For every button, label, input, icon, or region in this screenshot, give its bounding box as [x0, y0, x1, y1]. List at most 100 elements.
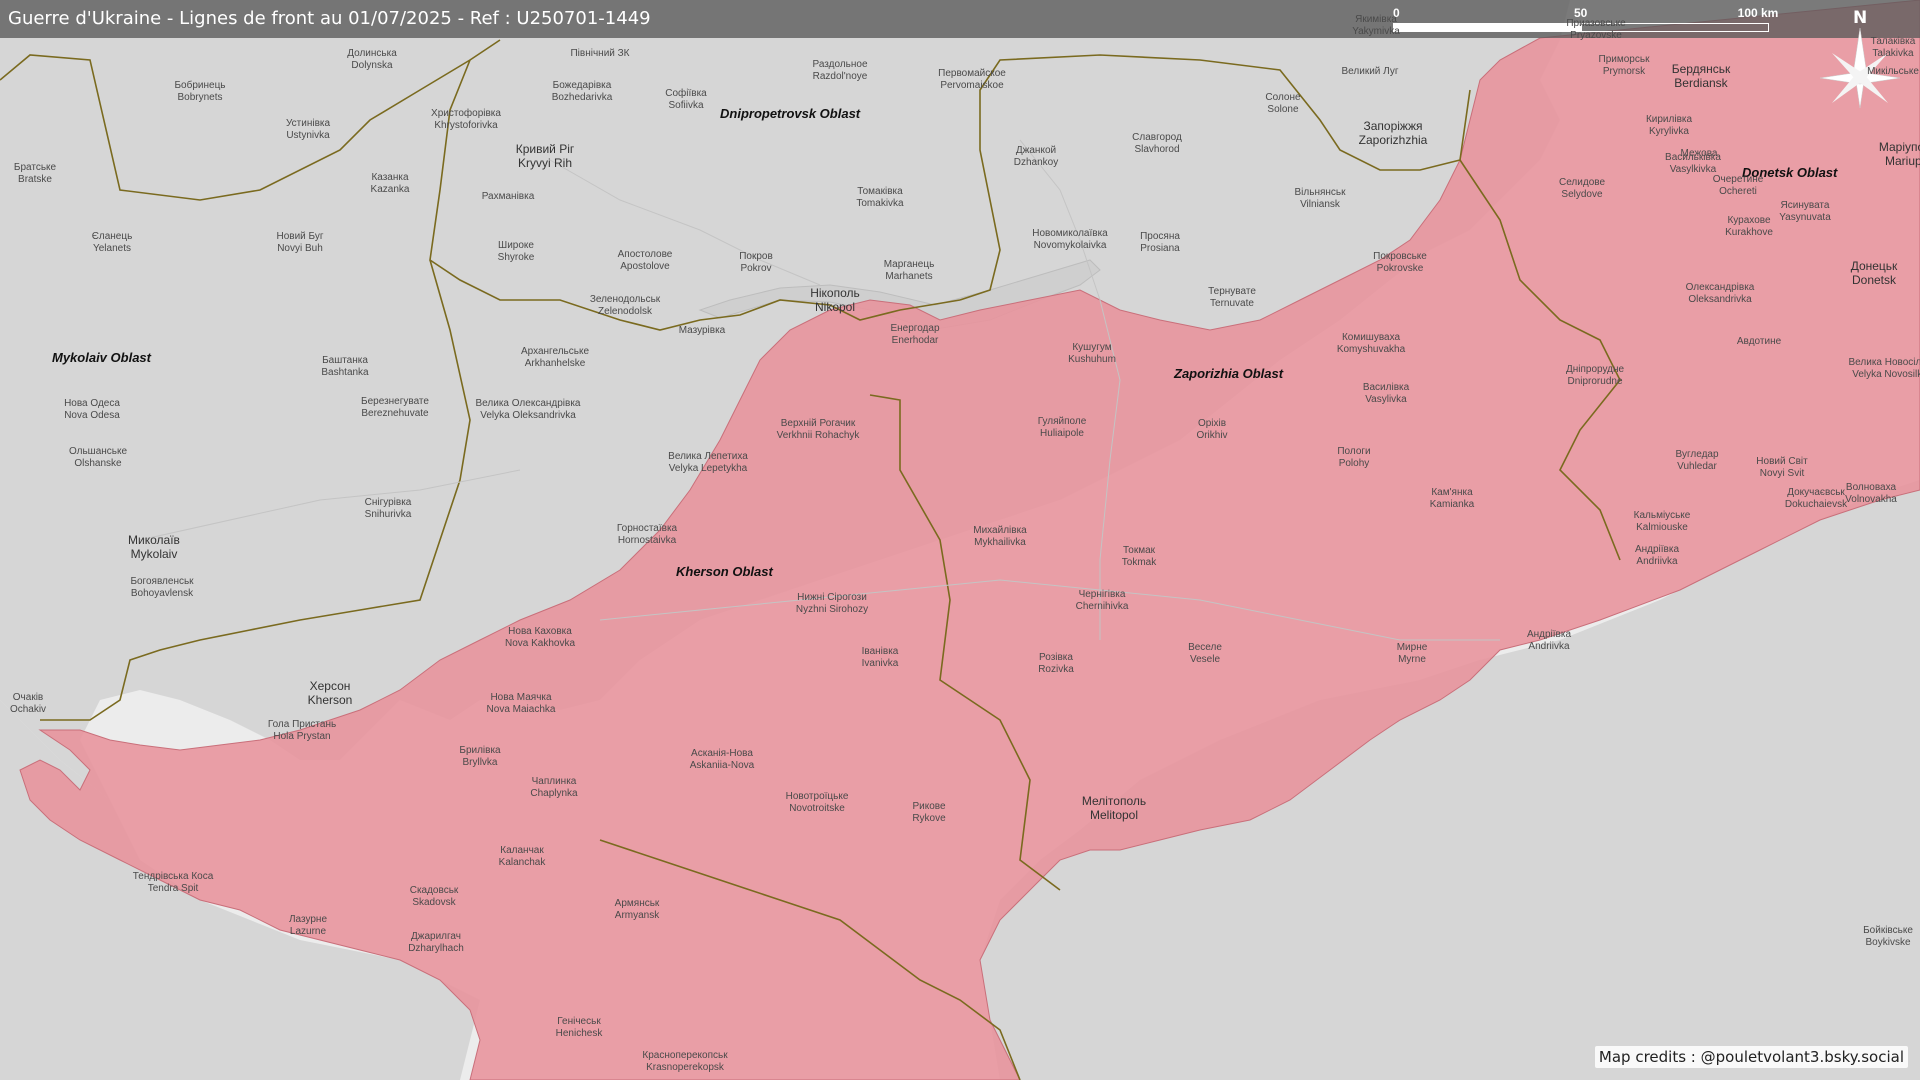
city-label: Рахманівка	[482, 191, 535, 203]
city-name-local: Талаківка	[1870, 36, 1916, 47]
city-label: Покров Pokrov	[739, 251, 773, 275]
city-name-latin: Vuhledar	[1677, 461, 1717, 472]
city-name-latin: Enerhodar	[891, 335, 939, 346]
city-name-latin: Kurakhove	[1725, 227, 1773, 238]
city-name-latin: Askaniia-Nova	[689, 760, 755, 771]
city-name-local: Якимівка	[1355, 14, 1397, 25]
city-name-latin: Melitopol	[1089, 808, 1139, 822]
city-name-local: Миколаїв	[128, 533, 180, 547]
city-name-local: Іванівка	[861, 646, 899, 657]
city-name-local: Верхній Рогачик	[780, 418, 856, 429]
city-label: Новий Світ Novyi Svit	[1756, 456, 1807, 480]
city-name-local: Божедарівка	[552, 80, 612, 91]
city-label: Новомиколаївка Novomykolaivka	[1032, 228, 1107, 252]
city-name-latin: Chernihivka	[1075, 601, 1129, 612]
city-name-latin: Talakivka	[1872, 48, 1914, 59]
city-label: Архангельське Arkhanhelske	[521, 346, 589, 370]
city-label: Верхній Рогачик Verkhnii Rohachyk	[777, 418, 860, 442]
city-name-local: Нікополь	[810, 286, 860, 300]
city-label: Божедарівка Bozhedarivka	[552, 80, 613, 104]
city-name-latin: Yakymivka	[1352, 26, 1400, 37]
city-name-latin: Kalmiouske	[1636, 522, 1688, 533]
city-name-latin: Velyka Oleksandrivka	[480, 410, 576, 421]
city-name-latin: Kyrylivka	[1648, 126, 1689, 137]
city-label: Кам'янка Kamianka	[1430, 487, 1474, 511]
city-name-local: Горностаївка	[616, 523, 678, 534]
city-label: Пологи Polohy	[1337, 446, 1370, 470]
city-label: Андріївка Andriivka	[1635, 544, 1679, 568]
city-name-latin: Nova Odesa	[64, 410, 120, 421]
city-label: Іванівка Ivanivka	[862, 646, 899, 670]
city-name-latin: Novotroitske	[789, 803, 845, 814]
city-name-local: Бойківське	[1863, 925, 1913, 936]
city-label: Долинська Dolynska	[347, 48, 397, 72]
city-label: Томаківка Tomakivka	[856, 186, 903, 210]
city-name-local: Зеленодольськ	[589, 294, 661, 305]
city-name-latin: Novyi Buh	[277, 243, 323, 254]
city-name-local: Новомиколаївка	[1032, 228, 1108, 239]
city-name-local: Нова Каховка	[508, 626, 572, 637]
city-name-latin: Prymorsk	[1602, 66, 1646, 77]
city-label: Братське Bratske	[14, 162, 56, 186]
city-name-local: Межова	[1680, 148, 1718, 159]
city-name-latin: Apostolove	[620, 261, 670, 272]
city-name-local: Покров	[739, 251, 773, 262]
city-label: Марганець Marhanets	[884, 259, 935, 283]
city-name-latin: Tomakivka	[856, 198, 904, 209]
city-name-local: Велика Лепетиха	[668, 451, 748, 462]
city-label: Солоне Solone	[1265, 92, 1300, 116]
city-name-latin: Oleksandrivka	[1688, 294, 1752, 305]
city-label: Широке Shyroke	[498, 240, 535, 264]
city-name-latin: Kherson	[307, 693, 353, 707]
city-name-latin: Chaplynka	[530, 788, 578, 799]
city-label: Генічеськ Henichesk	[556, 1016, 603, 1040]
city-name-local: Гола Пристань	[267, 719, 337, 730]
city-label: Красноперекопськ Krasnoperekopsk	[642, 1050, 727, 1074]
city-name-latin: Dolynska	[351, 60, 393, 71]
city-name-latin: Bobrynets	[177, 92, 223, 103]
city-name-local: Рахманівка	[481, 191, 535, 202]
city-label: Олександрівка Oleksandrivka	[1686, 282, 1755, 306]
city-label: Баштанка Bashtanka	[321, 355, 368, 379]
city-label: Курахове Kurakhove	[1725, 215, 1773, 239]
city-label: Волноваха Volnovakha	[1845, 482, 1897, 506]
oblast-label-kherson: Kherson Oblast	[676, 564, 773, 579]
city-label: Талаківка Talakivka	[1871, 36, 1916, 60]
city-name-local: Славгород	[1132, 132, 1182, 143]
city-label: Казанка Kazanka	[371, 172, 410, 196]
city-name-latin: Verkhnii Rohachyk	[776, 430, 860, 441]
city-name-latin: Ochakiv	[9, 704, 47, 715]
city-name-local: Тернувате	[1208, 286, 1256, 297]
scale-label-100: 100 km	[1737, 6, 1779, 20]
city-name-local: Нова Одеса	[64, 398, 120, 409]
city-label: Чаплинка Chaplynka	[530, 776, 577, 800]
city-name-latin: Armyansk	[614, 910, 660, 921]
city-label: Тернувате Ternuvate	[1208, 286, 1256, 310]
city-name-latin: Kazanka	[370, 184, 410, 195]
city-label: МаріупольMariupol	[1879, 140, 1920, 168]
city-name-local: Вільнянськ	[1294, 187, 1346, 198]
city-name-latin: Kalanchak	[498, 857, 546, 868]
city-label: Вугледар Vuhledar	[1675, 449, 1718, 473]
city-name-latin: Yasynuvata	[1779, 212, 1831, 223]
city-name-latin: Slavhorod	[1134, 144, 1180, 155]
city-label: Оріхів Orikhiv	[1196, 418, 1227, 442]
city-name-latin: Komyshuvakha	[1336, 344, 1406, 355]
map-title: Guerre d'Ukraine - Lignes de front au 01…	[8, 8, 651, 29]
city-name-latin: Mykhailivka	[974, 537, 1026, 548]
city-label: Мазурівка	[679, 325, 726, 337]
city-name-local: Розівка	[1039, 652, 1073, 663]
city-name-latin: Novyi Svit	[1759, 468, 1805, 479]
city-name-local: Братське	[13, 162, 57, 173]
city-name-local: Олександрівка	[1685, 282, 1755, 293]
city-name-local: Пiвнiчний ЗК	[570, 48, 630, 59]
city-name-latin: Nova Maiachka	[486, 704, 556, 715]
city-name-latin: Bryllvka	[462, 757, 498, 768]
city-name-latin: Ochereti	[1719, 186, 1757, 197]
city-label: Снігурівка Snihurivka	[365, 497, 412, 521]
city-label: Очаків Ochakiv	[10, 692, 46, 716]
city-name-latin: Bereznehuvate	[361, 408, 429, 419]
city-name-local: Дніпрорудне	[1565, 364, 1625, 375]
city-name-local: Генічеськ	[557, 1016, 601, 1027]
city-name-latin: Dzharylhach	[408, 943, 464, 954]
